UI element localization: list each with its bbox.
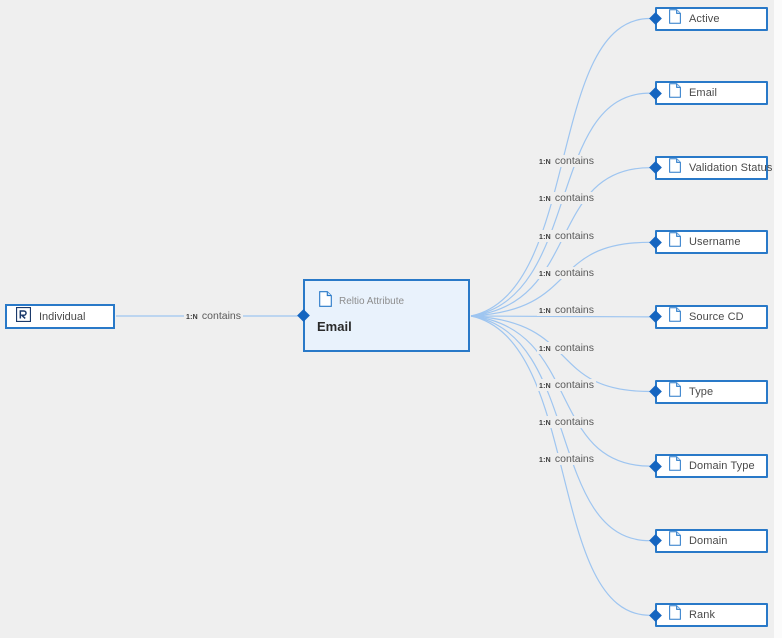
node-email[interactable]: Reltio Attribute Email xyxy=(303,279,470,352)
node-attribute-label: Validation Status xyxy=(689,161,773,174)
edge-verb: contains xyxy=(554,192,594,205)
edge-label-contains: 1:N contains xyxy=(537,304,596,317)
node-attribute-type[interactable]: Type xyxy=(655,379,768,404)
edge-cardinality: 1:N xyxy=(539,233,551,241)
edge-label-contains: 1:N contains xyxy=(537,453,596,466)
edge-verb: contains xyxy=(554,266,594,279)
edge-verb: contains xyxy=(554,453,594,466)
edge-verb: contains xyxy=(554,155,594,167)
edge-cardinality: 1:N xyxy=(539,420,551,428)
document-icon xyxy=(669,157,681,178)
edge-verb: contains xyxy=(554,378,594,391)
node-attribute-label: Source CD xyxy=(689,310,744,323)
node-attribute-source-cd[interactable]: Source CD xyxy=(655,304,768,329)
node-individual[interactable]: Individual xyxy=(5,304,115,329)
edge-cardinality: 1:N xyxy=(539,345,551,353)
node-attribute-domain-type[interactable]: Domain Type xyxy=(655,454,768,479)
node-attribute-label: Domain xyxy=(689,534,728,547)
node-attribute-domain[interactable]: Domain xyxy=(655,528,768,553)
edge-verb: contains xyxy=(554,416,594,429)
edge-label-contains: 1:N contains xyxy=(537,155,596,167)
node-attribute-rank[interactable]: Rank xyxy=(655,603,768,628)
edge-cardinality: 1:N xyxy=(539,159,551,166)
document-icon xyxy=(669,456,681,476)
node-attribute-label: Domain Type xyxy=(689,460,755,473)
edge-verb: contains xyxy=(201,310,241,322)
edge-contains xyxy=(470,92,651,317)
edge-contains xyxy=(470,315,651,616)
edge-label-contains: 1:N contains xyxy=(537,378,596,391)
edge-cardinality: 1:N xyxy=(539,308,551,316)
node-email-type-label: Reltio Attribute xyxy=(339,296,405,307)
edge-label-contains: 1:N contains xyxy=(537,229,596,242)
node-attribute-active[interactable]: Active xyxy=(655,6,768,31)
edge-label-root-contains: 1:N contains xyxy=(184,310,243,322)
node-attribute-email[interactable]: Email xyxy=(655,81,768,106)
node-attribute-username[interactable]: Username xyxy=(655,230,768,255)
edge-label-contains: 1:N contains xyxy=(537,192,596,205)
edge-cardinality: 1:N xyxy=(539,382,551,390)
diagram-canvas[interactable]: Individual Reltio Attribute Email Active… xyxy=(0,0,782,638)
edge-verb: contains xyxy=(554,341,594,354)
node-attribute-label: Active xyxy=(689,12,720,25)
node-attribute-label: Type xyxy=(689,385,714,398)
edge-verb: contains xyxy=(554,229,594,242)
edge-cardinality: 1:N xyxy=(539,196,551,204)
document-icon xyxy=(669,307,681,327)
document-icon xyxy=(319,291,332,312)
edge-contains xyxy=(470,315,651,467)
edge-contains xyxy=(470,167,651,317)
edge-cardinality: 1:N xyxy=(539,270,551,278)
document-icon xyxy=(669,83,681,103)
document-icon xyxy=(669,605,681,625)
edge-verb: contains xyxy=(554,304,594,317)
document-icon xyxy=(669,530,681,551)
document-icon xyxy=(669,381,681,402)
node-attribute-label: Email xyxy=(689,87,718,100)
reltio-r-logo-icon xyxy=(15,306,32,327)
node-attribute-label: Rank xyxy=(689,609,716,622)
document-icon xyxy=(669,232,681,252)
node-email-type-row: Reltio Attribute xyxy=(305,281,468,312)
node-individual-label: Individual xyxy=(39,310,86,323)
node-email-title: Email xyxy=(317,319,352,334)
edge-label-contains: 1:N contains xyxy=(537,266,596,279)
document-icon xyxy=(669,8,681,29)
canvas-right-gutter xyxy=(774,0,782,638)
node-attribute-label: Username xyxy=(689,236,741,249)
node-attribute-validation-status[interactable]: Validation Status xyxy=(655,155,772,180)
edge-cardinality: 1:N xyxy=(539,457,551,465)
edge-label-contains: 1:N contains xyxy=(537,416,596,429)
edge-cardinality: 1:N xyxy=(186,314,198,321)
edge-label-contains: 1:N contains xyxy=(537,341,596,354)
